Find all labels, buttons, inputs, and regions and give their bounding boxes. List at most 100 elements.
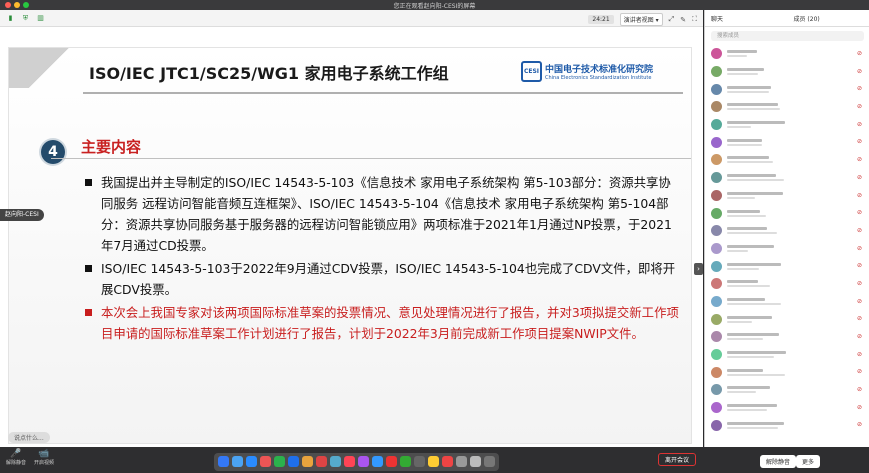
member-row[interactable]: ⊘ — [705, 98, 869, 116]
avatar — [711, 295, 722, 307]
video-button[interactable]: 📹 开启视频 — [34, 449, 54, 466]
dock-app-icon[interactable] — [484, 456, 495, 467]
dock-app-icon[interactable] — [260, 456, 271, 467]
dock-app-icon[interactable] — [414, 456, 425, 467]
mute-button[interactable]: 🎤 解除静音 — [6, 449, 26, 466]
dock-app-icon[interactable] — [358, 456, 369, 467]
member-row[interactable]: ⊘ — [705, 240, 869, 258]
mute-label: 解除静音 — [6, 460, 27, 466]
fit-screen-icon[interactable]: ⤢ — [669, 15, 675, 24]
avatar — [711, 207, 722, 219]
member-row[interactable]: ⊘ — [705, 399, 869, 417]
muted-mic-icon: ⊘ — [856, 403, 862, 411]
avatar — [711, 384, 722, 396]
muted-mic-icon: ⊘ — [856, 262, 862, 270]
member-row[interactable]: ⊘ — [705, 222, 869, 240]
unmute-all-button[interactable]: 解除静音 — [760, 455, 797, 468]
member-row[interactable]: ⊘ — [705, 116, 869, 134]
network-signal-icon[interactable]: ▮ — [6, 14, 15, 22]
dock-app-icon[interactable] — [470, 456, 481, 467]
dock-app-icon[interactable] — [274, 456, 285, 467]
avatar — [711, 366, 722, 378]
chat-input-chip[interactable]: 说点什么... — [8, 432, 50, 443]
member-row[interactable]: ⊘ — [705, 257, 869, 275]
dock-app-icon[interactable] — [428, 456, 439, 467]
view-mode-dropdown[interactable]: 演讲者视图 ▾ — [619, 13, 663, 26]
shared-screen: ISO/IEC JTC1/SC25/WG1 家用电子系统工作组 CESI 中国电… — [0, 27, 703, 447]
bullet-list: 我国提出并主导制定的ISO/IEC 14543-5-103《信息技术 家用电子系… — [83, 172, 683, 346]
annotate-icon[interactable]: ✎ — [680, 16, 686, 24]
avatar — [711, 313, 722, 325]
member-name-placeholder — [727, 191, 827, 199]
dock-app-icon[interactable] — [246, 456, 257, 467]
member-row[interactable]: ⊘ — [705, 187, 869, 205]
fullscreen-icon[interactable]: ⛶ — [692, 15, 697, 24]
member-row[interactable]: ⊘ — [705, 310, 869, 328]
avatar — [711, 189, 722, 201]
tab-chat[interactable]: 聊天 — [705, 14, 788, 23]
avatar — [711, 136, 722, 148]
share-toolbar: ▮ ⛨ ▥ 24:21 演讲者视图 ▾ ⤢ ✎ ⛶ — [0, 10, 703, 27]
dock-app-icon[interactable] — [456, 456, 467, 467]
muted-mic-icon: ⊘ — [856, 209, 862, 217]
member-row[interactable]: ⊘ — [705, 275, 869, 293]
member-row[interactable]: ⊘ — [705, 381, 869, 399]
muted-mic-icon: ⊘ — [856, 120, 862, 128]
member-row[interactable]: ⊘ — [705, 63, 869, 81]
view-mode-label: 演讲者视图 — [623, 17, 654, 24]
system-dock — [214, 453, 499, 471]
member-row[interactable]: ⊘ — [705, 151, 869, 169]
signal-bars-icon[interactable]: ▥ — [36, 14, 45, 22]
avatar — [711, 154, 722, 166]
member-row[interactable]: ⊘ — [705, 293, 869, 311]
more-button[interactable]: 更多 — [796, 455, 821, 468]
dock-app-icon[interactable] — [400, 456, 411, 467]
dock-app-icon[interactable] — [386, 456, 397, 467]
member-name-placeholder — [727, 227, 827, 235]
title-divider — [83, 92, 683, 94]
panel-collapse-handle[interactable]: › — [694, 263, 703, 275]
member-row[interactable]: ⊘ — [705, 80, 869, 98]
dock-app-icon[interactable] — [316, 456, 327, 467]
member-row[interactable]: ⊘ — [705, 363, 869, 381]
shield-icon[interactable]: ⛨ — [21, 14, 30, 22]
member-row[interactable]: ⊘ — [705, 45, 869, 63]
dock-app-icon[interactable] — [372, 456, 383, 467]
member-row[interactable]: ⊘ — [705, 169, 869, 187]
camera-icon: 📹 — [38, 449, 50, 459]
dock-app-icon[interactable] — [288, 456, 299, 467]
dock-app-icon[interactable] — [218, 456, 229, 467]
member-name-placeholder — [727, 262, 827, 270]
member-name-placeholder — [727, 244, 827, 252]
video-label: 开启视频 — [34, 460, 55, 466]
tab-members[interactable]: 成员 (20) — [788, 14, 869, 23]
member-row[interactable]: ⊘ — [705, 204, 869, 222]
bullet-item-3: 本次会上我国专家对该两项国际标准草案的投票情况、意见处理情况进行了报告，并对3项… — [83, 302, 683, 344]
dock-app-icon[interactable] — [442, 456, 453, 467]
bullet-item-1: 我国提出并主导制定的ISO/IEC 14543-5-103《信息技术 家用电子系… — [83, 172, 683, 256]
muted-mic-icon: ⊘ — [856, 156, 862, 164]
member-row[interactable]: ⊘ — [705, 416, 869, 434]
cesi-logo: CESI 中国电子技术标准化研究院 China Electronics Stan… — [521, 61, 653, 82]
presentation-slide: ISO/IEC JTC1/SC25/WG1 家用电子系统工作组 CESI 中国电… — [8, 47, 692, 444]
avatar — [711, 402, 722, 414]
member-row[interactable]: ⊘ — [705, 346, 869, 364]
muted-mic-icon: ⊘ — [856, 85, 862, 93]
muted-mic-icon: ⊘ — [856, 50, 862, 57]
slide-title: ISO/IEC JTC1/SC25/WG1 家用电子系统工作组 — [89, 64, 449, 83]
member-list: ⊘ ⊘ ⊘ ⊘ ⊘ ⊘ ⊘ ⊘ ⊘ ⊘ ⊘ ⊘ ⊘ ⊘ ⊘ ⊘ ⊘ ⊘ ⊘ ⊘ ⊘ ⊘ — [705, 45, 869, 434]
member-search-input[interactable]: 搜索成员 — [711, 31, 864, 41]
leave-meeting-button[interactable]: 离开会议 — [658, 453, 697, 466]
dock-app-icon[interactable] — [302, 456, 313, 467]
avatar — [711, 48, 722, 60]
avatar — [711, 225, 722, 237]
member-row[interactable]: ⊘ — [705, 328, 869, 346]
screen-share-title: 您正在观看赵向阳-CESI的屏幕 — [393, 3, 476, 10]
member-name-placeholder — [727, 404, 827, 412]
dock-app-icon[interactable] — [344, 456, 355, 467]
dock-app-icon[interactable] — [330, 456, 341, 467]
muted-mic-icon: ⊘ — [856, 244, 862, 252]
dock-app-icon[interactable] — [232, 456, 243, 467]
muted-mic-icon: ⊘ — [856, 386, 862, 394]
member-row[interactable]: ⊘ — [705, 133, 869, 151]
